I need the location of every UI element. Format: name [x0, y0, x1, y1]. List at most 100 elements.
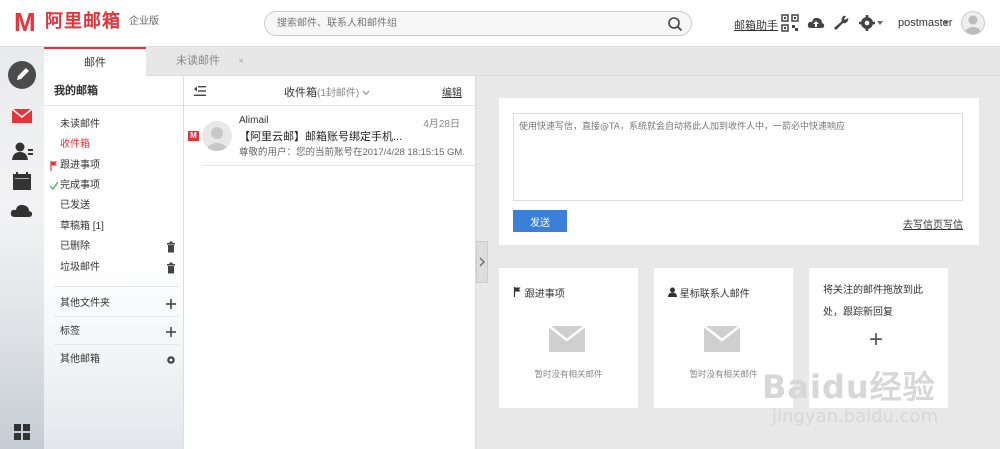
envelope-icon	[704, 326, 740, 352]
go-compose-page-link[interactable]: 去写信页写信	[903, 216, 963, 231]
person-icon	[668, 287, 677, 297]
chevron-right-icon	[479, 257, 485, 267]
qr-code-icon[interactable]	[781, 14, 799, 32]
divider	[202, 165, 476, 166]
mail-list-panel: 收件箱(1封邮件) 编辑 M Alimail 4月28日 【阿里云邮】邮箱账号绑…	[184, 76, 476, 449]
collapse-sidebar-icon[interactable]	[194, 85, 206, 97]
edit-link[interactable]: 编辑	[442, 84, 462, 99]
red-flag-icon	[50, 161, 57, 171]
flag-icon	[513, 287, 521, 297]
watermark-logo: Baidu经验	[762, 368, 936, 406]
search-box	[264, 11, 692, 36]
edition-label: 企业版	[129, 15, 159, 27]
card-title: 跟进事项	[513, 285, 565, 300]
folder-follow-up[interactable]: 跟进事项	[44, 157, 184, 175]
app-title: 阿里邮箱	[45, 11, 121, 32]
mailbox-helper-link[interactable]: 邮箱助手	[734, 17, 778, 33]
group-label: 标签	[60, 326, 80, 337]
top-bar: M 阿里邮箱 企业版 邮箱助手 postmaster	[0, 0, 1000, 47]
sender-avatar	[202, 121, 232, 151]
user-avatar-icon	[965, 15, 981, 34]
gear-icon[interactable]	[858, 14, 876, 32]
folder-label: 已删除	[60, 241, 90, 252]
group-label: 其他文件夹	[60, 298, 110, 309]
mail-count: (1封邮件)	[317, 88, 360, 99]
folder-label: 已发送	[60, 200, 90, 211]
card-title-text: 星标联系人邮件	[679, 289, 750, 300]
panel-toggle[interactable]	[476, 241, 488, 283]
envelope-icon	[549, 326, 585, 352]
mail-list-title-text: 收件箱	[284, 87, 317, 99]
folder-label: 收件箱	[60, 139, 90, 150]
card-title: 星标联系人邮件	[668, 285, 750, 300]
user-avatar-icon	[206, 127, 228, 151]
compose-button[interactable]	[8, 61, 36, 89]
chevron-down-icon[interactable]	[876, 19, 884, 27]
plus-icon[interactable]	[166, 298, 176, 310]
group-other-folders[interactable]: 其他文件夹	[44, 295, 184, 313]
tab-mail[interactable]: 邮件	[44, 47, 146, 76]
mail-list-title[interactable]: 收件箱(1封邮件)	[284, 84, 370, 100]
app-rail	[0, 47, 44, 449]
folder-panel-title: 我的邮箱	[44, 76, 183, 106]
search-input[interactable]	[265, 12, 645, 35]
trash-icon[interactable]	[166, 241, 176, 253]
tab-unread[interactable]: 未读邮件 ×	[146, 47, 250, 76]
chevron-down-icon	[362, 90, 370, 96]
send-button[interactable]: 发送	[513, 210, 567, 232]
folder-sent[interactable]: 已发送	[44, 197, 184, 215]
mail-sender: Alimail	[239, 115, 269, 126]
trash-icon[interactable]	[166, 262, 176, 274]
folder-label: 跟进事项	[60, 160, 100, 171]
check-icon	[50, 181, 58, 191]
logo-m-icon: M	[14, 7, 36, 37]
cloud-drive-icon[interactable]	[10, 201, 34, 219]
close-icon[interactable]: ×	[238, 47, 244, 76]
tab-bar: 邮件 未读邮件 ×	[44, 47, 1000, 76]
divider	[54, 316, 179, 317]
search-icon[interactable]	[667, 16, 683, 32]
folder-drafts[interactable]: 草稿箱 [1]	[44, 218, 184, 236]
folder-deleted[interactable]: 已删除	[44, 238, 184, 256]
settings-gear-icon[interactable]	[166, 354, 176, 366]
mail-icon[interactable]	[10, 107, 34, 125]
tab-unread-label: 未读邮件	[176, 55, 220, 67]
card-title: 将关注的邮件拖放到此处，跟踪新回复	[823, 285, 923, 318]
folder-label: 未读邮件	[60, 119, 100, 130]
folder-panel: 我的邮箱 未读邮件 收件箱 跟进事项 完成事项 已发送 草稿箱 [1] 已删除 …	[44, 76, 184, 449]
group-label: 其他邮箱	[60, 354, 100, 365]
calendar-icon[interactable]	[10, 171, 34, 191]
contacts-icon[interactable]	[10, 141, 34, 161]
plus-icon[interactable]: +	[869, 328, 883, 352]
mail-list-header: 收件箱(1封邮件) 编辑	[184, 76, 476, 106]
avatar[interactable]	[961, 11, 985, 35]
mail-preview: 尊敬的用户：您的当前账号在2017/4/28 18:15:15 GM...	[239, 147, 464, 158]
pencil-icon	[17, 68, 29, 80]
folder-label: 草稿箱 [1]	[60, 221, 104, 232]
mail-subject: 【阿里云邮】邮箱账号绑定手机...	[239, 131, 403, 143]
alimail-badge-icon: M	[188, 131, 199, 141]
empty-message: 暂时没有相关邮件	[534, 369, 603, 379]
divider	[54, 286, 179, 287]
folder-unread[interactable]: 未读邮件	[44, 116, 184, 134]
plus-icon[interactable]	[166, 326, 176, 338]
quick-compose: 发送 去写信页写信	[499, 98, 979, 245]
folder-done[interactable]: 完成事项	[44, 177, 184, 195]
folder-label: 垃圾邮件	[60, 262, 100, 273]
follow-up-card: 跟进事项 暂时没有相关邮件	[499, 268, 638, 408]
divider	[54, 344, 179, 345]
card-title-text: 跟进事项	[524, 289, 565, 300]
group-labels[interactable]: 标签	[44, 323, 184, 341]
folder-label: 完成事项	[60, 180, 100, 191]
app-logo[interactable]: M 阿里邮箱 企业版	[14, 7, 159, 37]
user-menu-chevron-icon[interactable]	[942, 19, 950, 27]
watermark-url: jingyan.baidu.com	[772, 406, 939, 427]
wrench-icon[interactable]	[832, 14, 850, 32]
folder-spam[interactable]: 垃圾邮件	[44, 259, 184, 277]
list-item[interactable]: M Alimail 4月28日 【阿里云邮】邮箱账号绑定手机... 尊敬的用户：…	[184, 107, 476, 165]
folder-inbox[interactable]: 收件箱	[44, 136, 184, 154]
group-other-mailboxes[interactable]: 其他邮箱	[44, 351, 184, 369]
apps-grid-icon[interactable]	[13, 423, 31, 441]
quick-compose-input[interactable]	[513, 113, 963, 201]
cloud-upload-icon[interactable]	[807, 14, 825, 32]
